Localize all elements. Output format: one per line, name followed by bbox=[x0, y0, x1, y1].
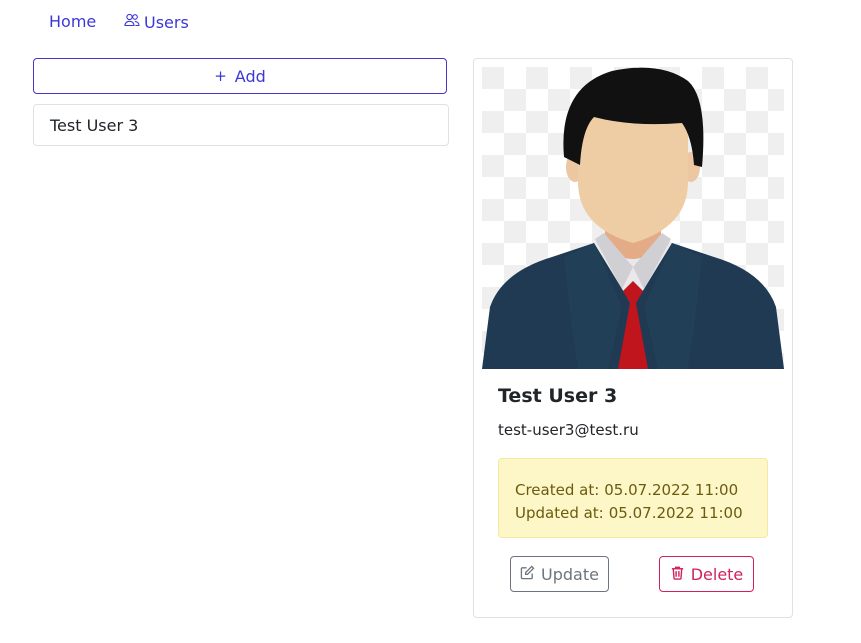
nav-home-label: Home bbox=[49, 12, 97, 31]
add-user-button[interactable]: + Add bbox=[33, 58, 447, 94]
avatar bbox=[482, 67, 784, 369]
user-card: Test User 3 test-user3@test.ru Created a… bbox=[473, 58, 793, 618]
created-at-row: Created at: 05.07.2022 11:00 bbox=[515, 479, 751, 502]
page: Home Users + Add Test User 3 Test User 3… bbox=[0, 0, 861, 643]
created-at-label: Created at: bbox=[515, 481, 600, 499]
list-item[interactable]: Test User 3 bbox=[34, 105, 448, 145]
update-button[interactable]: Update bbox=[510, 556, 609, 592]
delete-button[interactable]: Delete bbox=[659, 556, 754, 592]
add-user-label: Add bbox=[234, 66, 266, 86]
updated-at-value: 05.07.2022 11:00 bbox=[608, 504, 743, 522]
nav-users-link[interactable]: Users bbox=[124, 12, 189, 33]
list-item-name: Test User 3 bbox=[50, 115, 139, 135]
timestamps-alert: Created at: 05.07.2022 11:00 Updated at:… bbox=[498, 458, 768, 538]
user-name: Test User 3 bbox=[498, 385, 618, 407]
created-at-value: 05.07.2022 11:00 bbox=[604, 481, 739, 499]
pencil-square-icon bbox=[520, 564, 535, 584]
trash-icon bbox=[670, 565, 685, 584]
user-email: test-user3@test.ru bbox=[498, 421, 639, 439]
update-label: Update bbox=[541, 564, 599, 584]
updated-at-row: Updated at: 05.07.2022 11:00 bbox=[515, 502, 751, 525]
nav-users-label: Users bbox=[144, 12, 189, 32]
updated-at-label: Updated at: bbox=[515, 504, 604, 522]
plus-icon: + bbox=[214, 67, 227, 85]
delete-label: Delete bbox=[690, 564, 744, 584]
users-list: Test User 3 bbox=[33, 104, 449, 146]
nav-home-link[interactable]: Home bbox=[49, 12, 96, 32]
people-icon bbox=[124, 12, 140, 33]
